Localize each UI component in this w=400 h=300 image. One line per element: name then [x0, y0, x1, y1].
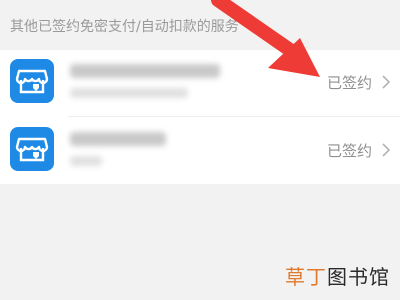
list-item[interactable]: 已签约	[0, 50, 400, 117]
store-icon	[10, 59, 54, 103]
watermark-part2: 图书馆	[327, 265, 390, 289]
watermark-part1: 草丁	[285, 265, 327, 289]
watermark: 草丁图书馆	[285, 261, 390, 290]
service-name-redacted	[70, 64, 220, 78]
section-header: 其他已签约免密支付/自动扣款的服务	[10, 19, 239, 35]
status-label: 已签约	[326, 142, 372, 160]
chevron-right-icon	[382, 75, 391, 89]
status-label: 已签约	[326, 74, 372, 92]
divider	[68, 116, 400, 117]
service-provider-redacted	[70, 88, 188, 98]
service-name-redacted	[70, 132, 166, 146]
service-provider-redacted	[70, 156, 102, 166]
list-item[interactable]: 已签约	[0, 118, 400, 184]
services-list: 已签约 已签约	[0, 50, 400, 184]
chevron-right-icon	[382, 143, 391, 157]
store-icon	[10, 127, 54, 171]
